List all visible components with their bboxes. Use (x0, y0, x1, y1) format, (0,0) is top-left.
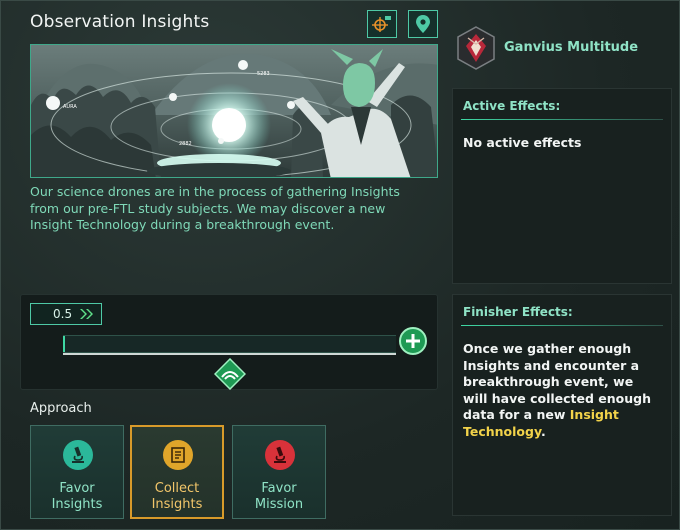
planet-label: 5283 (257, 71, 270, 77)
finisher-effects-panel: Finisher Effects: Once we gather enough … (452, 294, 672, 516)
empire-header[interactable]: Ganvius Multitude (452, 18, 670, 78)
active-effects-heading: Active Effects: (463, 99, 561, 113)
target-camera-icon (372, 16, 391, 32)
finisher-effects-heading: Finisher Effects: (463, 305, 573, 319)
approach-favor-mission-button[interactable]: Favor Mission (232, 425, 326, 519)
focus-camera-button[interactable] (367, 10, 397, 38)
observation-scene-image: 5283 AURA 2882 (31, 49, 437, 177)
finisher-text-end: . (540, 423, 546, 439)
progress-bar (63, 335, 396, 353)
approach-label-line: Favor (261, 481, 297, 496)
approach-label: Approach (30, 401, 92, 416)
finisher-effects-body: Once we gather enough Insights and encou… (463, 341, 661, 440)
document-icon (171, 447, 185, 463)
progress-baseline (63, 353, 396, 355)
approach-icon-bg (63, 440, 93, 470)
approach-label-text: Collect Insights (132, 481, 222, 513)
observation-illustration: 5283 AURA 2882 (30, 44, 438, 178)
plus-icon (406, 334, 420, 348)
add-progress-button[interactable] (399, 327, 427, 355)
approach-icon-bg (163, 440, 193, 470)
progress-bar-fill (63, 336, 65, 352)
divider (461, 325, 663, 326)
empire-name: Ganvius Multitude (504, 40, 639, 55)
approach-label-line: Mission (254, 497, 304, 512)
approach-label-text: Favor Insights (31, 481, 123, 513)
approach-collect-insights-button[interactable]: Collect Insights (130, 425, 224, 519)
map-pin-icon (416, 15, 430, 33)
approach-label-line: Favor (59, 481, 95, 496)
breakthrough-milestone-icon[interactable] (214, 358, 246, 390)
approach-favor-insights-button[interactable]: Favor Insights (30, 425, 124, 519)
double-chevron-right-icon (80, 309, 93, 319)
active-effects-panel: Active Effects: No active effects (452, 88, 672, 284)
approach-label-line: Collect (154, 481, 200, 496)
approach-label-text: Favor Mission (233, 481, 325, 513)
window-title: Observation Insights (30, 12, 210, 32)
empire-emblem-icon (457, 26, 495, 70)
microscope-icon (72, 446, 84, 463)
active-effects-body: No active effects (463, 135, 582, 150)
planet-label: 2882 (179, 141, 192, 147)
description-text: Our science drones are in the process of… (30, 184, 400, 232)
divider (461, 119, 663, 120)
approach-icon-bg (265, 440, 295, 470)
planet-label: AURA (63, 104, 77, 110)
approach-label-line: Insights (51, 497, 103, 512)
microscope-icon (274, 446, 286, 463)
finisher-text: Once we gather enough Insights and encou… (463, 341, 651, 422)
approach-label-line: Insights (151, 497, 203, 512)
locate-planet-button[interactable] (408, 10, 438, 38)
